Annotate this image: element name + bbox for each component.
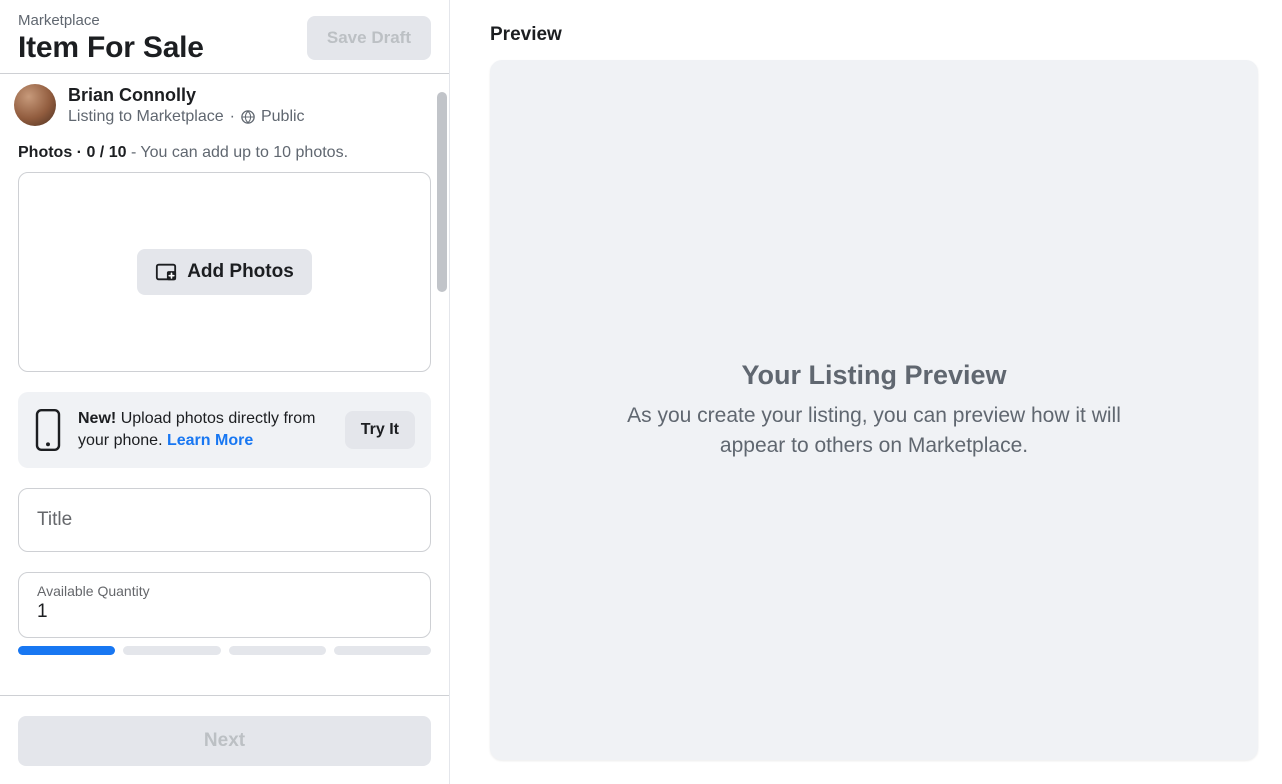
form-footer: Next — [0, 695, 449, 784]
preview-card: Your Listing Preview As you create your … — [490, 60, 1258, 760]
user-subline: Listing to Marketplace · Public — [68, 108, 305, 126]
user-name: Brian Connolly — [68, 85, 305, 106]
phone-icon — [34, 408, 62, 452]
progress-step-4 — [334, 646, 431, 655]
add-photo-icon — [155, 261, 177, 283]
title-placeholder: Title — [37, 509, 412, 531]
save-draft-button[interactable]: Save Draft — [307, 16, 431, 60]
listing-to-label: Listing to Marketplace — [68, 108, 224, 126]
form-header: Marketplace Item For Sale Save Draft — [0, 0, 449, 73]
try-it-button[interactable]: Try It — [345, 411, 415, 449]
preview-description: As you create your listing, you can prev… — [614, 401, 1134, 460]
preview-section-title: Preview — [490, 24, 1258, 46]
learn-more-link[interactable]: Learn More — [167, 432, 253, 449]
quantity-input[interactable]: Available Quantity 1 — [18, 572, 431, 638]
preview-panel: Preview Your Listing Preview As you crea… — [450, 0, 1282, 784]
separator: · — [230, 108, 235, 126]
next-button[interactable]: Next — [18, 716, 431, 766]
photos-count: 0 / 10 — [86, 144, 126, 161]
photo-dropzone[interactable]: Add Photos — [18, 172, 431, 372]
quantity-label: Available Quantity — [37, 583, 412, 599]
globe-icon — [241, 110, 255, 124]
form-panel: Marketplace Item For Sale Save Draft Bri… — [0, 0, 450, 784]
user-row: Brian Connolly Listing to Marketplace · … — [18, 74, 431, 138]
upload-from-phone-card: New! Upload photos directly from your ph… — [18, 392, 431, 468]
header-text: Marketplace Item For Sale — [18, 12, 204, 65]
promo-badge: New! — [78, 410, 116, 427]
progress-steps — [18, 646, 431, 655]
progress-step-2 — [123, 646, 220, 655]
page-title: Item For Sale — [18, 31, 204, 65]
breadcrumb[interactable]: Marketplace — [18, 12, 204, 29]
add-photos-label: Add Photos — [187, 261, 294, 283]
visibility-label[interactable]: Public — [261, 108, 305, 126]
photos-hint: You can add up to 10 photos. — [140, 144, 348, 161]
user-info: Brian Connolly Listing to Marketplace · … — [68, 85, 305, 126]
progress-step-1 — [18, 646, 115, 655]
avatar[interactable] — [14, 84, 56, 126]
photos-prefix: Photos — [18, 144, 72, 161]
quantity-value: 1 — [37, 601, 412, 623]
app-root: Marketplace Item For Sale Save Draft Bri… — [0, 0, 1282, 784]
preview-heading: Your Listing Preview — [741, 360, 1006, 391]
form-scroll-area: Brian Connolly Listing to Marketplace · … — [0, 74, 449, 695]
photos-count-label: Photos · 0 / 10 - You can add up to 10 p… — [18, 144, 431, 162]
title-input[interactable]: Title — [18, 488, 431, 552]
promo-text: New! Upload photos directly from your ph… — [78, 408, 329, 451]
scrollbar-thumb[interactable] — [437, 92, 447, 292]
add-photos-button[interactable]: Add Photos — [137, 249, 312, 295]
scrollbar-track — [437, 0, 449, 784]
progress-step-3 — [229, 646, 326, 655]
